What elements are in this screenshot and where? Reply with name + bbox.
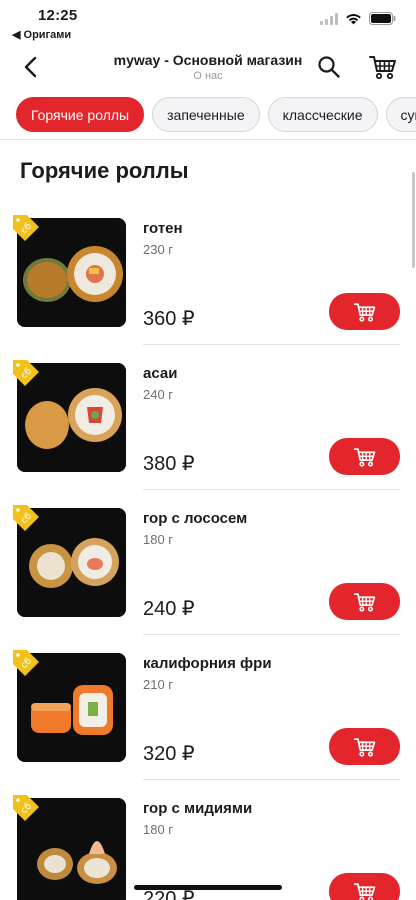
about-link[interactable]: О нас <box>0 70 416 82</box>
product-price: 360 ₽ <box>143 308 195 330</box>
status-time: 12:25 <box>38 7 78 24</box>
add-to-cart-button[interactable] <box>329 583 400 620</box>
cart-icon[interactable] <box>368 53 398 81</box>
discount-badge-icon: сб <box>13 505 39 531</box>
product-card[interactable]: сб асаи 240 г 380 ₽ <box>0 345 416 490</box>
product-name: готен <box>143 220 183 237</box>
category-chip-hot-rolls[interactable]: Горячие роллы <box>16 97 145 132</box>
cart-icon <box>353 882 375 900</box>
category-tabs: Горячие роллы запеченные классческие суш… <box>0 90 416 140</box>
discount-badge-icon: сб <box>13 215 39 241</box>
product-price: 320 ₽ <box>143 743 195 765</box>
product-card[interactable]: сб гор с лососем 180 г 240 ₽ <box>0 490 416 635</box>
add-to-cart-button[interactable] <box>329 728 400 765</box>
add-to-cart-button[interactable] <box>329 873 400 900</box>
battery-icon <box>369 12 396 25</box>
discount-badge-icon: сб <box>13 360 39 386</box>
cart-icon <box>353 737 375 757</box>
product-name: гор с лососем <box>143 510 248 527</box>
product-name: асаи <box>143 365 178 382</box>
category-chip-sushi[interactable]: суши <box>385 97 416 132</box>
cart-icon <box>353 592 375 612</box>
discount-badge-icon: сб <box>13 795 39 821</box>
home-indicator[interactable] <box>134 885 282 890</box>
cart-icon <box>353 302 375 322</box>
nav-bar: myway - Основной магазин О нас <box>0 44 416 90</box>
product-weight: 180 г <box>143 532 174 547</box>
product-weight: 180 г <box>143 822 174 837</box>
search-icon[interactable] <box>316 54 342 80</box>
cart-icon <box>353 447 375 467</box>
discount-badge-icon: сб <box>13 650 39 676</box>
product-card[interactable]: сб гор с мидиями 180 г 220 ₽ <box>0 780 416 900</box>
category-chip-baked[interactable]: запеченные <box>152 97 260 132</box>
product-weight: 210 г <box>143 677 174 692</box>
product-price: 240 ₽ <box>143 598 195 620</box>
status-bar: 12:25 ◀ Оригами <box>0 0 416 44</box>
product-name: гор с мидиями <box>143 800 253 817</box>
wifi-icon <box>346 13 361 24</box>
add-to-cart-button[interactable] <box>329 438 400 475</box>
status-icons <box>320 12 396 25</box>
product-card[interactable]: сб готен 230 г 360 ₽ <box>0 200 416 345</box>
product-list: сб готен 230 г 360 ₽ сб асаи 240 г 380 ₽… <box>0 200 416 900</box>
add-to-cart-button[interactable] <box>329 293 400 330</box>
product-weight: 230 г <box>143 242 174 257</box>
product-card[interactable]: сб калифорния фри 210 г 320 ₽ <box>0 635 416 780</box>
page-title: myway - Основной магазин <box>113 52 303 68</box>
product-price: 380 ₽ <box>143 453 195 475</box>
section-title: Горячие роллы <box>20 158 189 183</box>
product-name: калифорния фри <box>143 655 272 672</box>
category-chip-classic[interactable]: классческие <box>267 97 378 132</box>
back-to-app-link[interactable]: ◀ Оригами <box>12 28 71 41</box>
signal-icon <box>320 12 338 25</box>
product-weight: 240 г <box>143 387 174 402</box>
